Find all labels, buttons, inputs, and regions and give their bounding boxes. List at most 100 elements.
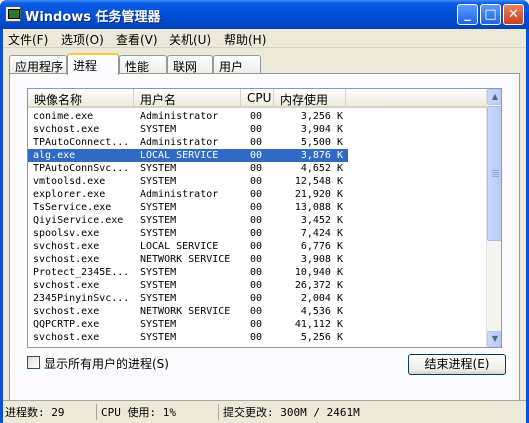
process-cpu-cell: 00 xyxy=(250,176,263,187)
process-memory-cell: 5,500 K xyxy=(300,137,343,148)
process-name-cell: 2345PinyinSvc... xyxy=(33,293,130,304)
process-row[interactable]: explorer.exe Administrator 00 21,920 K xyxy=(28,188,348,201)
process-memory-cell: 6,776 K xyxy=(300,241,343,252)
maximize-button[interactable]: □ xyxy=(480,4,501,25)
menu-help[interactable]: 帮助(H) xyxy=(224,31,266,48)
column-image-name[interactable]: 映像名称 xyxy=(28,89,134,108)
process-name-cell: conime.exe xyxy=(33,111,94,122)
tab-networking[interactable]: 联网 xyxy=(167,55,213,74)
process-cpu-cell: 00 xyxy=(250,306,263,317)
process-cpu-cell: 00 xyxy=(250,202,263,213)
process-row[interactable]: QQPCRTP.exe SYSTEM 00 41,112 K xyxy=(28,318,348,331)
processes-panel: 映像名称 用户名 CPU 内存使用 conime.exe Administrato… xyxy=(9,73,520,401)
status-bar: 进程数: 29 CPU 使用: 1% 提交更改: 300M / 2461M xyxy=(3,400,526,420)
process-name-cell: explorer.exe xyxy=(33,189,106,200)
window-title: Windows 任务管理器 xyxy=(25,10,161,25)
process-name-cell: QQPCRTP.exe xyxy=(33,319,100,330)
process-row[interactable]: spoolsv.exe SYSTEM 00 7,424 K xyxy=(28,227,348,240)
process-row[interactable]: QiyiService.exe SYSTEM 00 3,452 K xyxy=(28,214,348,227)
status-cpu-usage-text: CPU 使用: 1% xyxy=(101,406,176,419)
process-user-cell: Administrator xyxy=(140,111,219,122)
process-user-cell: SYSTEM xyxy=(140,319,177,330)
process-user-cell: Administrator xyxy=(140,137,219,148)
scroll-down-button[interactable]: ▼ xyxy=(487,331,501,347)
process-row[interactable]: Protect_2345E... SYSTEM 00 10,940 K xyxy=(28,266,348,279)
process-row[interactable]: 2345PinyinSvc... SYSTEM 00 2,004 K xyxy=(28,292,348,305)
menu-shutdown[interactable]: 关机(U) xyxy=(169,31,211,48)
process-row[interactable]: TPAutoConnSvc... SYSTEM 00 4,652 K xyxy=(28,162,348,175)
process-cpu-cell: 00 xyxy=(250,124,263,135)
process-name-cell: QiyiService.exe xyxy=(33,215,124,226)
process-row[interactable]: TPAutoConnect... Administrator 00 5,500 K xyxy=(28,136,348,149)
process-row[interactable]: vmtoolsd.exe SYSTEM 00 12,548 K xyxy=(28,175,348,188)
scroll-up-button[interactable]: ▲ xyxy=(487,89,501,105)
process-user-cell: SYSTEM xyxy=(140,332,177,343)
process-name-cell: svchost.exe xyxy=(33,124,100,135)
process-memory-cell: 3,452 K xyxy=(300,215,343,226)
process-name-cell: spoolsv.exe xyxy=(33,228,100,239)
process-cpu-cell: 00 xyxy=(250,189,263,200)
menu-bar: 文件(F) 选项(O) 查看(V) 关机(U) 帮助(H) xyxy=(3,29,526,48)
tab-applications[interactable]: 应用程序 xyxy=(9,55,67,74)
process-cpu-cell: 00 xyxy=(250,137,263,148)
process-name-cell: svchost.exe xyxy=(33,254,100,265)
minimize-button[interactable]: _ xyxy=(457,4,478,25)
status-cpu-usage: CPU 使用: 1% xyxy=(99,404,219,420)
process-memory-cell: 41,112 K xyxy=(294,319,343,330)
menu-file[interactable]: 文件(F) xyxy=(8,31,48,48)
menu-options[interactable]: 选项(O) xyxy=(61,31,104,48)
process-row[interactable]: alg.exe LOCAL SERVICE 00 3,876 K xyxy=(28,149,348,162)
tab-users[interactable]: 用户 xyxy=(213,55,261,74)
column-memory[interactable]: 内存使用 xyxy=(274,89,346,108)
show-all-users-label: 显示所有用户的进程(S) xyxy=(44,357,169,371)
process-user-cell: SYSTEM xyxy=(140,228,177,239)
process-row[interactable]: svchost.exe NETWORK SERVICE 00 3,908 K xyxy=(28,253,348,266)
process-user-cell: Administrator xyxy=(140,189,219,200)
column-cpu[interactable]: CPU xyxy=(241,89,274,108)
process-row[interactable]: svchost.exe LOCAL SERVICE 00 6,776 K xyxy=(28,240,348,253)
process-row[interactable]: conime.exe Administrator 00 3,256 K xyxy=(28,110,348,123)
process-row[interactable]: svchost.exe SYSTEM 00 5,256 K xyxy=(28,331,348,344)
process-user-cell: LOCAL SERVICE xyxy=(140,150,219,161)
scroll-thumb[interactable] xyxy=(487,106,501,241)
process-name-cell: vmtoolsd.exe xyxy=(33,176,106,187)
process-list[interactable]: 映像名称 用户名 CPU 内存使用 conime.exe Administrato… xyxy=(27,88,502,348)
tab-performance[interactable]: 性能 xyxy=(119,55,167,74)
show-all-users-checkbox[interactable] xyxy=(27,356,40,369)
end-process-button[interactable]: 结束进程(E) xyxy=(408,354,506,375)
close-button[interactable]: ✕ xyxy=(503,4,524,25)
process-cpu-cell: 00 xyxy=(250,319,263,330)
status-process-count: 进程数: 29 xyxy=(3,404,97,420)
process-row[interactable]: svchost.exe SYSTEM 00 3,904 K xyxy=(28,123,348,136)
process-memory-cell: 4,652 K xyxy=(300,163,343,174)
column-user-name[interactable]: 用户名 xyxy=(134,89,241,108)
status-commit-charge: 提交更改: 300M / 2461M xyxy=(221,404,521,420)
process-memory-cell: 21,920 K xyxy=(294,189,343,200)
process-memory-cell: 3,876 K xyxy=(300,150,343,161)
process-user-cell: SYSTEM xyxy=(140,215,177,226)
process-user-cell: SYSTEM xyxy=(140,293,177,304)
status-commit-charge-text: 提交更改: 300M / 2461M xyxy=(223,406,360,419)
process-cpu-cell: 00 xyxy=(250,280,263,291)
process-name-cell: TsService.exe xyxy=(33,202,112,213)
process-memory-cell: 10,940 K xyxy=(294,267,343,278)
process-cpu-cell: 00 xyxy=(250,163,263,174)
process-user-cell: SYSTEM xyxy=(140,163,177,174)
scroll-grip-line xyxy=(492,174,499,175)
vertical-scrollbar[interactable]: ▲ ▼ xyxy=(486,89,501,347)
title-bar[interactable]: Windows 任务管理器 _ □ ✕ xyxy=(0,0,529,29)
process-user-cell: NETWORK SERVICE xyxy=(140,306,231,317)
process-name-cell: TPAutoConnSvc... xyxy=(33,163,130,174)
process-user-cell: SYSTEM xyxy=(140,267,177,278)
process-name-cell: TPAutoConnect... xyxy=(33,137,130,148)
process-memory-cell: 3,904 K xyxy=(300,124,343,135)
process-row[interactable]: TsService.exe SYSTEM 00 13,088 K xyxy=(28,201,348,214)
process-cpu-cell: 00 xyxy=(250,332,263,343)
process-row[interactable]: svchost.exe SYSTEM 00 26,372 K xyxy=(28,279,348,292)
process-user-cell: SYSTEM xyxy=(140,202,177,213)
process-memory-cell: 12,548 K xyxy=(294,176,343,187)
tab-processes[interactable]: 进程 xyxy=(67,53,119,75)
process-row[interactable]: svchost.exe NETWORK SERVICE 00 4,536 K xyxy=(28,305,348,318)
menu-view[interactable]: 查看(V) xyxy=(116,31,158,48)
process-memory-cell: 3,256 K xyxy=(300,111,343,122)
